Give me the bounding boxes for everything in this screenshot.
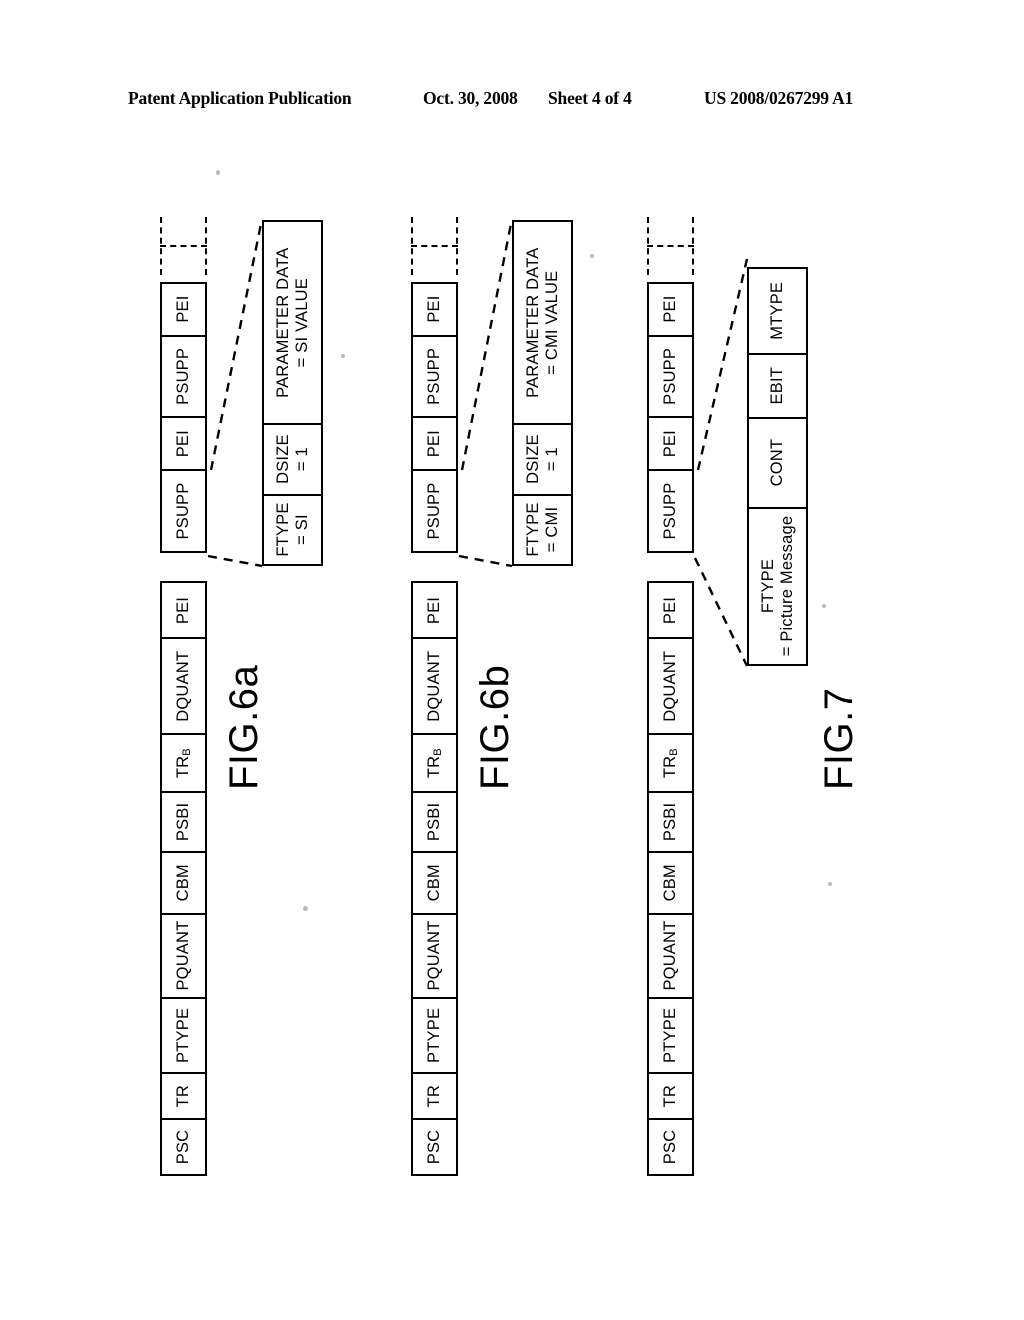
fig-7-cell-psupp-2: PSUPP (647, 334, 694, 419)
fig-7-detail-ebit: EBIT (747, 352, 808, 420)
fig-7-cell-ptype: PTYPE (647, 996, 694, 1075)
header-date: Oct. 30, 2008 (423, 88, 518, 108)
fig-7-detail-cont: CONT (747, 416, 808, 509)
leader-fig-6b-upper (460, 218, 514, 471)
patent-header: Patent Application Publication Oct. 30, … (128, 88, 896, 112)
leader-fig-7-lower (693, 557, 749, 667)
fig-7-detail-ftype: FTYPE = Picture Message (747, 506, 808, 666)
fig-6a-cell-pei-1: PEI (160, 416, 207, 472)
fig-6b-cell-tr: TR (411, 1072, 458, 1121)
fig-7-cell-pei-1: PEI (647, 416, 694, 472)
fig-6b-cell-ptype: PTYPE (411, 996, 458, 1075)
fig-7-frame-bar: PSC TR PTYPE PQUANT CBM PSBI TR B DQUANT … (647, 564, 694, 1176)
fig-6b-frame-bar: PSC TR PTYPE PQUANT CBM PSBI TR B DQUANT … (411, 564, 458, 1176)
fig-6a-supplement-bar: PSUPP PEI PSUPP PEI (160, 275, 207, 553)
leader-fig-6b-lower (458, 554, 513, 568)
fig-6a-cell-pquant: PQUANT (160, 912, 207, 999)
fig-6a-cell-pei: PEI (160, 581, 207, 640)
scan-speck (341, 354, 345, 358)
fig-6b-detail-parameter-data: PARAMETER DATA = CMI VALUE (512, 220, 573, 426)
fig-6a-cell-trb: TR B (160, 733, 207, 794)
fig-6b-cell-trb: TR B (411, 733, 458, 794)
fig-7-cell-pei-2: PEI (647, 281, 694, 337)
fig-6a-cell-psupp-1: PSUPP (160, 469, 207, 553)
fig-6a-cell-psc: PSC (160, 1118, 207, 1176)
fig-6a-caption: FIG.6a (222, 664, 266, 790)
fig-7-cell-cbm: CBM (647, 850, 694, 915)
fig-6b-cell-pquant: PQUANT (411, 912, 458, 999)
leader-fig-6a-lower (207, 554, 263, 568)
fig-6a-detail-parameter-data: PARAMETER DATA = SI VALUE (262, 220, 323, 426)
fig-6b-detail-dsize: DSIZE = 1 (512, 422, 573, 496)
fig-6a-cell-dquant: DQUANT (160, 637, 207, 736)
fig-7-detail-box: FTYPE = Picture Message CONT EBIT MTYPE (747, 259, 808, 666)
fig-7-cell-dquant: DQUANT (647, 637, 694, 736)
scan-speck (303, 906, 308, 911)
scan-speck (822, 604, 826, 608)
fig-7-cell-trb: TR B (647, 733, 694, 794)
fig-6a-cell-psbi: PSBI (160, 790, 207, 853)
fig-6b-continuation-dash (411, 217, 458, 275)
fig-6b-detail-box: FTYPE = CMI DSIZE = 1 PARAMETER DATA = C… (512, 215, 573, 566)
fig-6b-caption: FIG.6b (473, 664, 517, 790)
scan-speck (590, 254, 594, 258)
fig-6b-cell-psbi: PSBI (411, 790, 458, 853)
header-publication: Patent Application Publication (128, 88, 352, 108)
fig-7-cell-psc: PSC (647, 1118, 694, 1176)
fig-6b-cell-psupp-2: PSUPP (411, 334, 458, 419)
fig-7-cell-psbi: PSBI (647, 790, 694, 853)
fig-6a-cell-ptype: PTYPE (160, 996, 207, 1075)
leader-fig-7-upper (696, 258, 749, 471)
header-sheet: Sheet 4 of 4 (548, 88, 632, 108)
fig-6a-detail-dsize: DSIZE = 1 (262, 422, 323, 496)
fig-6a-continuation-dash (160, 217, 207, 275)
fig-7-detail-mtype: MTYPE (747, 266, 808, 355)
fig-6b-cell-psupp-1: PSUPP (411, 469, 458, 553)
scan-speck (216, 170, 220, 175)
leader-lines (207, 218, 749, 667)
fig-6b-cell-pei: PEI (411, 581, 458, 640)
fig-7-cell-pquant: PQUANT (647, 912, 694, 999)
fig-7-cell-tr: TR (647, 1072, 694, 1121)
fig-7-cell-pei: PEI (647, 581, 694, 640)
fig-7-cell-psupp-1: PSUPP (647, 469, 694, 553)
fig-6b-cell-pei-1: PEI (411, 416, 458, 472)
fig-6a-cell-tr: TR (160, 1072, 207, 1121)
fig-6a-detail-box: FTYPE = SI DSIZE = 1 PARAMETER DATA = SI… (262, 215, 323, 566)
fig-6b-cell-dquant: DQUANT (411, 637, 458, 736)
fig-6a-frame-bar: PSC TR PTYPE PQUANT CBM PSBI TR B DQUANT … (160, 564, 207, 1176)
fig-6b-cell-pei-2: PEI (411, 281, 458, 337)
leader-fig-6a-upper (209, 218, 264, 471)
fig-6a-cell-cbm: CBM (160, 850, 207, 915)
fig-6b-cell-cbm: CBM (411, 850, 458, 915)
fig-6a-detail-ftype: FTYPE = SI (262, 493, 323, 566)
fig-7-caption: FIG.7 (817, 687, 861, 790)
fig-7-continuation-dash (647, 217, 694, 275)
header-patent-number: US 2008/0267299 A1 (704, 88, 854, 108)
fig-6b-detail-ftype: FTYPE = CMI (512, 493, 573, 566)
fig-7-supplement-bar: PSUPP PEI PSUPP PEI (647, 275, 694, 553)
scan-speck (828, 882, 832, 886)
fig-6b-supplement-bar: PSUPP PEI PSUPP PEI (411, 275, 458, 553)
fig-6a-cell-pei-2: PEI (160, 281, 207, 337)
fig-6b-cell-psc: PSC (411, 1118, 458, 1176)
fig-6a-cell-psupp-2: PSUPP (160, 334, 207, 419)
